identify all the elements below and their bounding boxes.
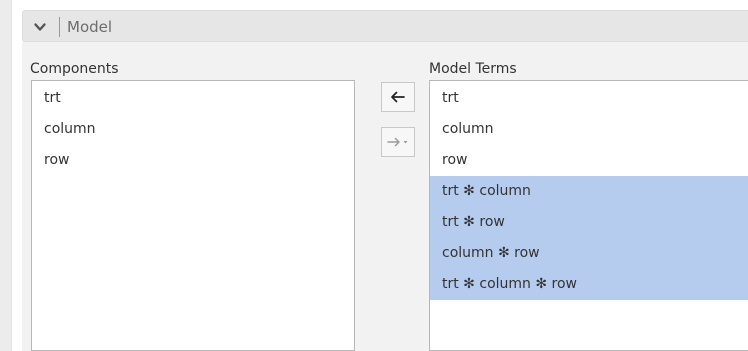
components-item-column[interactable]: column bbox=[32, 114, 354, 145]
model-term-item[interactable]: row bbox=[430, 145, 748, 176]
header-separator bbox=[59, 17, 60, 37]
model-term-item[interactable]: column bbox=[430, 114, 748, 145]
components-item-row[interactable]: row bbox=[32, 145, 354, 176]
model-term-item-selected[interactable]: trt ✻ row bbox=[430, 207, 748, 238]
model-term-item-selected[interactable]: trt ✻ column bbox=[430, 176, 748, 207]
components-label: Components bbox=[30, 61, 119, 77]
move-right-button[interactable] bbox=[381, 127, 415, 157]
arrow-right-dropdown-icon bbox=[387, 137, 408, 147]
model-term-item[interactable]: trt bbox=[430, 83, 748, 114]
components-item-trt[interactable]: trt bbox=[32, 83, 354, 114]
arrow-left-icon bbox=[391, 91, 405, 103]
model-terms-label: Model Terms bbox=[429, 61, 517, 77]
model-term-item-selected[interactable]: trt ✻ column ✻ row bbox=[430, 269, 748, 300]
components-list[interactable]: trt column row bbox=[31, 80, 355, 351]
left-border-strip bbox=[0, 0, 12, 351]
move-left-button[interactable] bbox=[381, 82, 415, 112]
model-section-header[interactable]: Model bbox=[22, 10, 748, 42]
model-term-item-selected[interactable]: column ✻ row bbox=[430, 238, 748, 269]
chevron-down-icon[interactable] bbox=[33, 20, 47, 34]
model-terms-list[interactable]: trt column row trt ✻ column trt ✻ row co… bbox=[429, 80, 748, 351]
section-title: Model bbox=[67, 18, 113, 36]
